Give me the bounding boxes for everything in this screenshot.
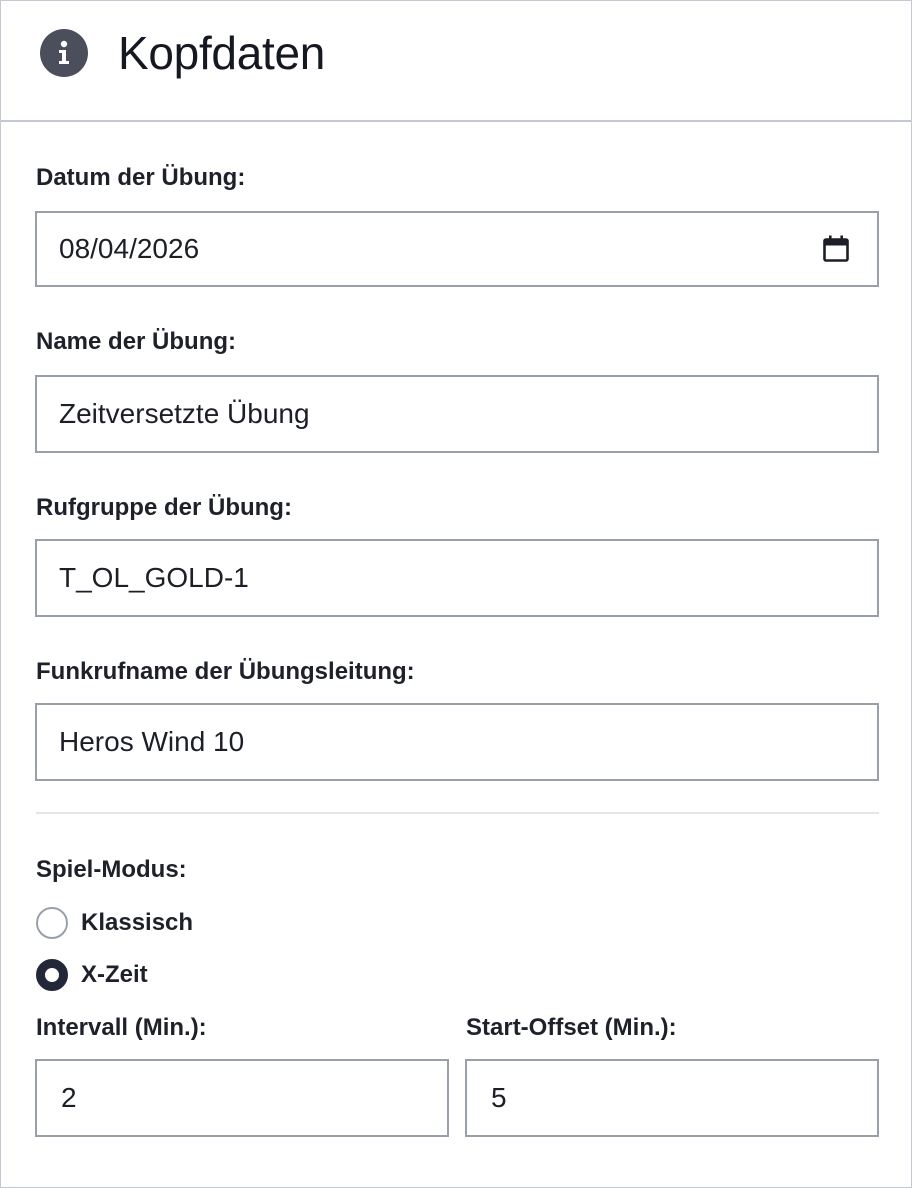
radio-callsign-field[interactable] <box>35 703 879 781</box>
interval-field[interactable] <box>35 1059 449 1137</box>
radio-x-zeit[interactable] <box>36 959 68 991</box>
section-divider <box>36 812 879 814</box>
start-offset-label: Start-Offset (Min.): <box>466 1014 677 1041</box>
game-mode-label: Spiel-Modus: <box>36 856 187 883</box>
card-header: Kopfdaten <box>1 1 911 122</box>
calendar-icon[interactable] <box>823 235 849 263</box>
radio-callsign-input[interactable] <box>37 705 877 779</box>
name-input[interactable] <box>37 377 877 451</box>
name-label: Name der Übung: <box>36 328 237 355</box>
interval-input[interactable] <box>37 1061 447 1135</box>
name-field[interactable] <box>35 375 879 453</box>
date-field[interactable] <box>35 211 879 287</box>
kopfdaten-card: Kopfdaten Datum der Übung: Name der Übun… <box>0 0 912 1188</box>
call-group-field[interactable] <box>35 539 879 617</box>
date-input[interactable] <box>37 213 877 285</box>
call-group-input[interactable] <box>37 541 877 615</box>
call-group-label: Rufgruppe der Übung: <box>36 494 292 521</box>
radio-callsign-label: Funkrufname der Übungsleitung: <box>36 658 415 685</box>
radio-label-klassisch[interactable]: Klassisch <box>81 908 193 938</box>
radio-label-x-zeit[interactable]: X-Zeit <box>81 960 148 990</box>
card-title: Kopfdaten <box>118 27 326 79</box>
start-offset-input[interactable] <box>467 1061 877 1135</box>
info-icon <box>40 29 88 77</box>
start-offset-field[interactable] <box>465 1059 879 1137</box>
date-label: Datum der Übung: <box>36 164 246 191</box>
radio-klassisch[interactable] <box>36 907 68 939</box>
interval-label: Intervall (Min.): <box>36 1014 207 1041</box>
